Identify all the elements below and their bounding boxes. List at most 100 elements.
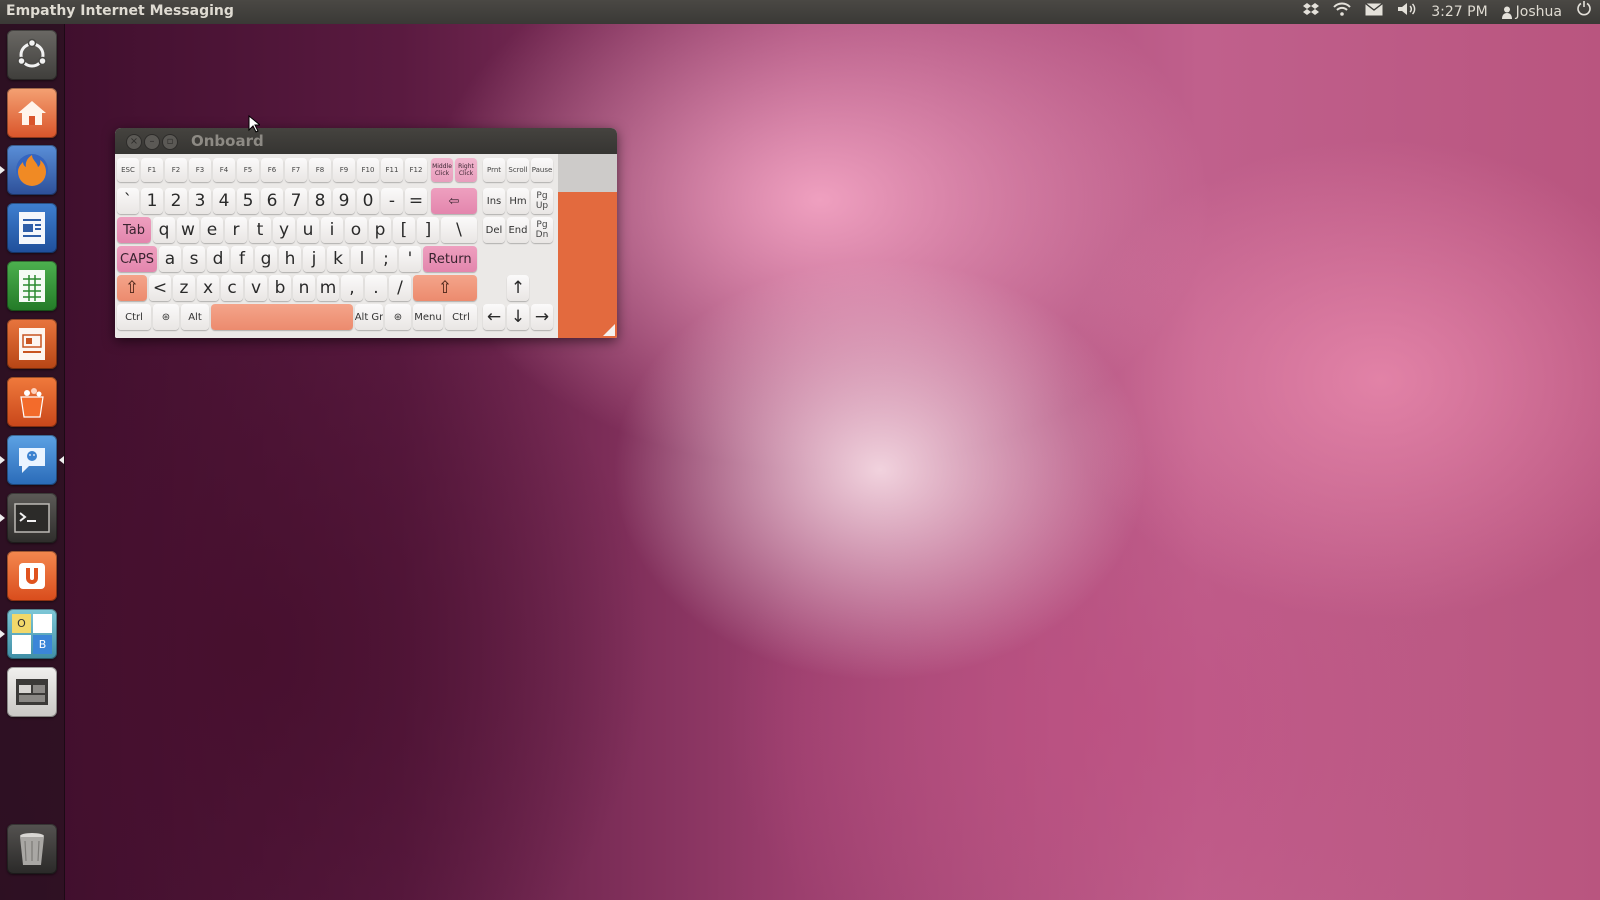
key-5[interactable]: 5 bbox=[237, 188, 259, 214]
key-apostrophe[interactable]: ' bbox=[399, 246, 421, 272]
key-r[interactable]: r bbox=[225, 217, 247, 243]
key-arrow-down[interactable]: ↓ bbox=[507, 304, 529, 330]
key-arrow-right[interactable]: → bbox=[531, 304, 553, 330]
key-3[interactable]: 3 bbox=[189, 188, 211, 214]
launcher-window-switcher[interactable] bbox=[7, 667, 57, 717]
key-arrow-left[interactable]: ← bbox=[483, 304, 505, 330]
key-2[interactable]: 2 bbox=[165, 188, 187, 214]
key-caps-lock[interactable]: CAPS bbox=[117, 246, 157, 272]
key-comma[interactable]: , bbox=[341, 275, 363, 301]
key-pause[interactable]: Pause bbox=[531, 158, 553, 182]
key-f12[interactable]: F12 bbox=[405, 158, 427, 182]
launcher-firefox[interactable] bbox=[7, 145, 57, 195]
key-middle-click[interactable]: Middle Click bbox=[431, 158, 453, 182]
key-q[interactable]: q bbox=[153, 217, 175, 243]
key-s[interactable]: s bbox=[183, 246, 205, 272]
key-menu[interactable]: Menu bbox=[413, 304, 443, 330]
launcher-home-folder[interactable] bbox=[7, 88, 57, 138]
launcher-ubuntu-one[interactable] bbox=[7, 551, 57, 601]
key-esc[interactable]: ESC bbox=[117, 158, 139, 182]
key-right-shift[interactable]: ⇧ bbox=[413, 275, 477, 301]
key-n[interactable]: n bbox=[293, 275, 315, 301]
key-f5[interactable]: F5 bbox=[237, 158, 259, 182]
resize-grip[interactable] bbox=[603, 324, 615, 336]
user-menu[interactable]: Joshua bbox=[1501, 4, 1562, 20]
key-backtick[interactable]: ` bbox=[117, 188, 139, 214]
key-x[interactable]: x bbox=[197, 275, 219, 301]
launcher-workspaces[interactable]: O B bbox=[7, 609, 57, 659]
launcher-calc[interactable] bbox=[7, 261, 57, 311]
key-right-super[interactable]: ⊛ bbox=[385, 304, 411, 330]
key-v[interactable]: v bbox=[245, 275, 267, 301]
key-f2[interactable]: F2 bbox=[165, 158, 187, 182]
key-m[interactable]: m bbox=[317, 275, 339, 301]
launcher-impress[interactable] bbox=[7, 319, 57, 369]
key-right-ctrl[interactable]: Ctrl bbox=[445, 304, 477, 330]
volume-icon[interactable] bbox=[1397, 0, 1417, 24]
key-j[interactable]: j bbox=[303, 246, 325, 272]
key-f4[interactable]: F4 bbox=[213, 158, 235, 182]
mail-icon[interactable] bbox=[1365, 0, 1384, 24]
key-l[interactable]: l bbox=[351, 246, 373, 272]
side-panel-accent[interactable] bbox=[558, 192, 617, 338]
window-titlebar[interactable]: × – ▫ Onboard bbox=[115, 128, 617, 154]
key-a[interactable]: a bbox=[159, 246, 181, 272]
launcher-software-center[interactable] bbox=[7, 377, 57, 427]
key-end[interactable]: End bbox=[507, 217, 529, 243]
key-right-bracket[interactable]: ] bbox=[417, 217, 439, 243]
key-w[interactable]: w bbox=[177, 217, 199, 243]
key-equals[interactable]: = bbox=[405, 188, 427, 214]
key-minus[interactable]: - bbox=[381, 188, 403, 214]
dropbox-icon[interactable] bbox=[1303, 0, 1320, 24]
launcher-terminal[interactable] bbox=[7, 493, 57, 543]
key-f7[interactable]: F7 bbox=[285, 158, 307, 182]
key-alt[interactable]: Alt bbox=[181, 304, 209, 330]
key-t[interactable]: t bbox=[249, 217, 271, 243]
key-print[interactable]: Prnt bbox=[483, 158, 505, 182]
key-y[interactable]: y bbox=[273, 217, 295, 243]
key-h[interactable]: h bbox=[279, 246, 301, 272]
launcher-trash[interactable] bbox=[7, 824, 57, 874]
key-4[interactable]: 4 bbox=[213, 188, 235, 214]
key-f6[interactable]: F6 bbox=[261, 158, 283, 182]
key-7[interactable]: 7 bbox=[285, 188, 307, 214]
key-6[interactable]: 6 bbox=[261, 188, 283, 214]
key-f[interactable]: f bbox=[231, 246, 253, 272]
key-i[interactable]: i bbox=[321, 217, 343, 243]
dash-button[interactable] bbox=[7, 30, 57, 80]
key-scroll[interactable]: Scroll bbox=[507, 158, 529, 182]
key-home[interactable]: Hm bbox=[507, 188, 529, 214]
key-f10[interactable]: F10 bbox=[357, 158, 379, 182]
launcher-empathy[interactable] bbox=[7, 435, 57, 485]
key-tab[interactable]: Tab bbox=[117, 217, 151, 243]
key-left-ctrl[interactable]: Ctrl bbox=[117, 304, 151, 330]
key-left-bracket[interactable]: [ bbox=[393, 217, 415, 243]
key-c[interactable]: c bbox=[221, 275, 243, 301]
key-8[interactable]: 8 bbox=[309, 188, 331, 214]
minimize-button[interactable]: – bbox=[144, 134, 160, 150]
key-backslash[interactable]: \ bbox=[441, 217, 477, 243]
close-button[interactable]: × bbox=[126, 134, 142, 150]
key-backspace[interactable]: ⇦ bbox=[431, 188, 477, 214]
key-g[interactable]: g bbox=[255, 246, 277, 272]
key-delete[interactable]: Del bbox=[483, 217, 505, 243]
key-space[interactable] bbox=[211, 304, 353, 330]
key-k[interactable]: k bbox=[327, 246, 349, 272]
key-9[interactable]: 9 bbox=[333, 188, 355, 214]
active-app-title[interactable]: Empathy Internet Messaging bbox=[6, 3, 234, 19]
key-insert[interactable]: Ins bbox=[483, 188, 505, 214]
power-icon[interactable] bbox=[1576, 0, 1592, 24]
launcher-writer[interactable] bbox=[7, 203, 57, 253]
key-left-super[interactable]: ⊛ bbox=[153, 304, 179, 330]
key-0[interactable]: 0 bbox=[357, 188, 379, 214]
key-f3[interactable]: F3 bbox=[189, 158, 211, 182]
key-o[interactable]: o bbox=[345, 217, 367, 243]
key-slash[interactable]: / bbox=[389, 275, 411, 301]
key-b[interactable]: b bbox=[269, 275, 291, 301]
key-arrow-up[interactable]: ↑ bbox=[507, 275, 529, 301]
key-semicolon[interactable]: ; bbox=[375, 246, 397, 272]
wifi-icon[interactable] bbox=[1333, 0, 1351, 24]
key-f8[interactable]: F8 bbox=[309, 158, 331, 182]
key-u[interactable]: u bbox=[297, 217, 319, 243]
key-1[interactable]: 1 bbox=[141, 188, 163, 214]
